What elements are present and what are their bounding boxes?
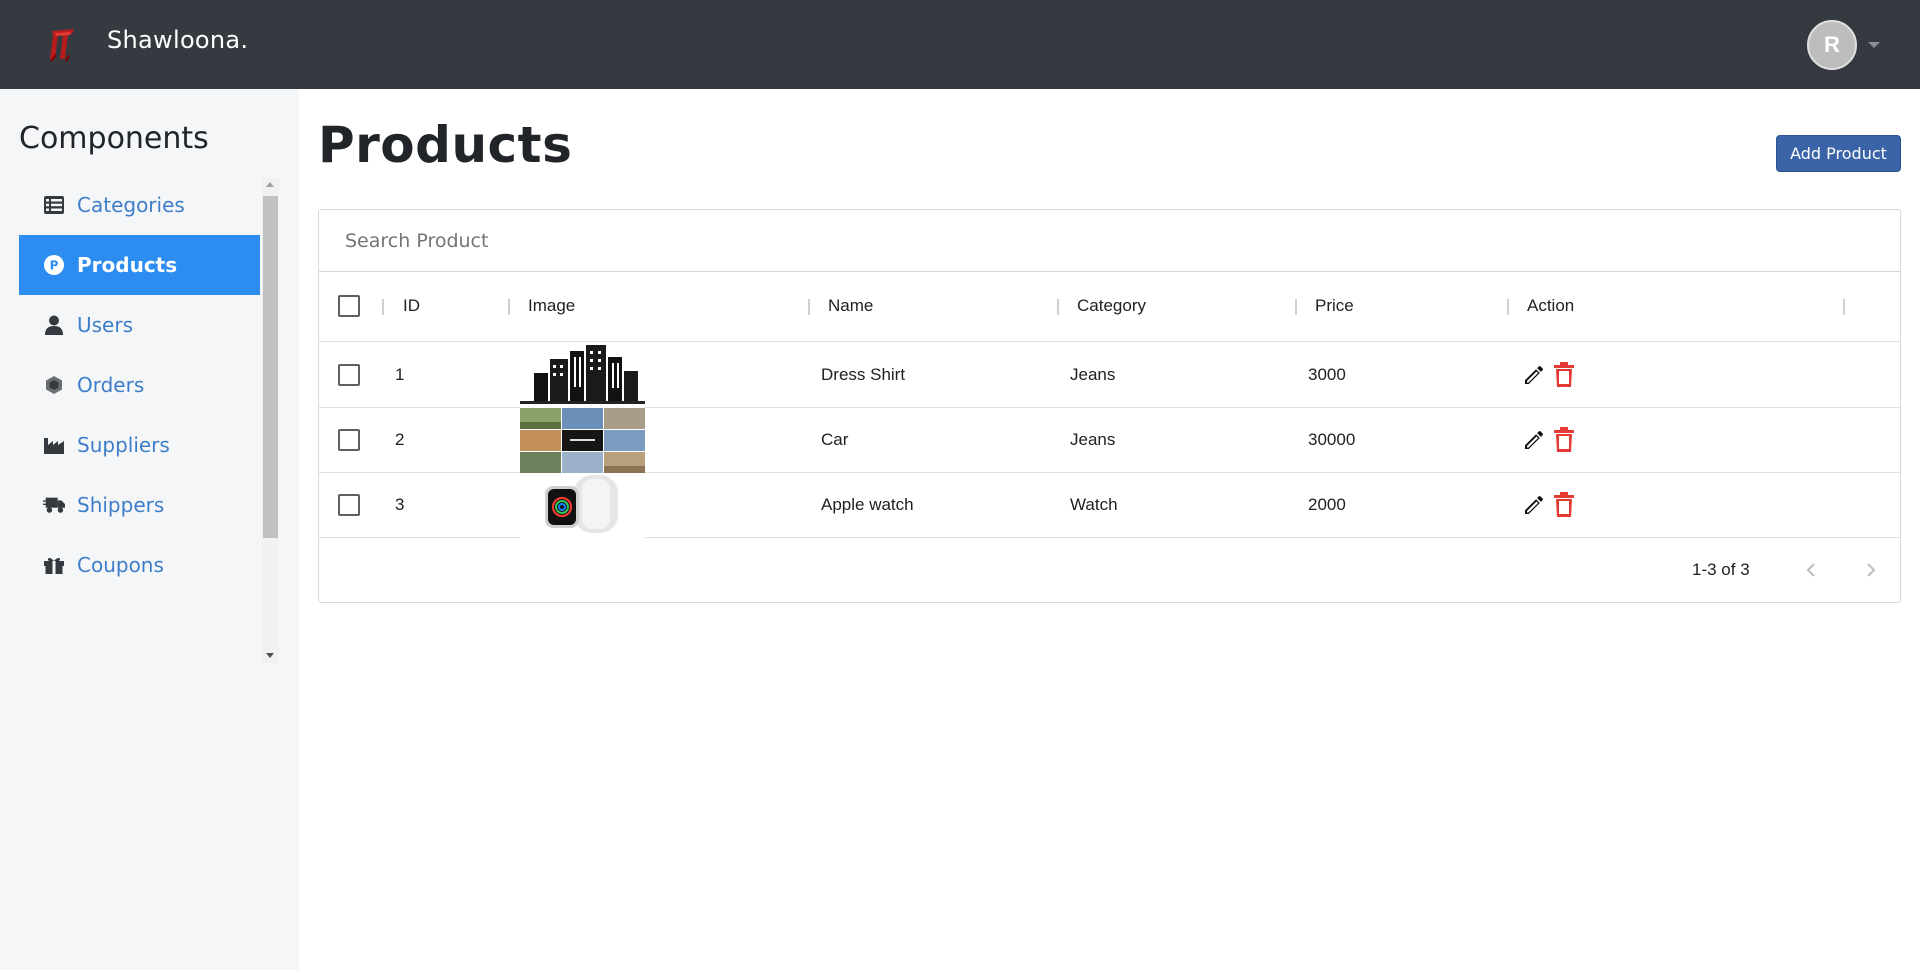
sidebar-item-categories[interactable]: Categories	[19, 175, 260, 235]
column-separator[interactable]	[382, 299, 384, 315]
column-header-price[interactable]: Price	[1315, 296, 1354, 316]
edit-pencil-icon[interactable]	[1522, 493, 1546, 517]
delete-trash-icon[interactable]	[1553, 492, 1575, 518]
sidebar-item-products[interactable]: P Products	[19, 235, 260, 295]
table-header: ID Image Name Category Price Action	[319, 272, 1900, 342]
column-header-image[interactable]: Image	[528, 296, 575, 316]
cell-name: Car	[821, 430, 849, 449]
user-icon	[43, 314, 65, 336]
table-pagination: 1-3 of 3	[319, 538, 1900, 602]
edit-pencil-icon[interactable]	[1522, 428, 1546, 452]
select-all-checkbox[interactable]	[338, 295, 360, 317]
chevron-down-icon[interactable]	[1868, 42, 1880, 48]
sidebar-item-shippers[interactable]: Shippers	[19, 475, 260, 535]
row-checkbox[interactable]	[338, 364, 360, 386]
sidebar-nav: Categories P Products Users Orders Suppl…	[19, 175, 260, 595]
chevron-right-icon[interactable]	[1859, 558, 1883, 582]
pagination-range: 1-3 of 3	[1692, 560, 1750, 579]
brand-logo-icon[interactable]	[46, 25, 80, 63]
search-bar	[319, 210, 1900, 272]
row-checkbox[interactable]	[338, 494, 360, 516]
page-title: Products	[318, 116, 573, 174]
scroll-up-arrow-icon[interactable]	[266, 182, 274, 187]
cell-id: 1	[395, 365, 405, 384]
row-checkbox[interactable]	[338, 429, 360, 451]
brand-name[interactable]: Shawloona.	[107, 26, 248, 54]
sidebar-scrollbar[interactable]	[262, 178, 279, 663]
sidebar-item-suppliers[interactable]: Suppliers	[19, 415, 260, 475]
sidebar-item-coupons[interactable]: Coupons	[19, 535, 260, 595]
factory-icon	[43, 434, 65, 456]
cell-price: 30000	[1308, 430, 1356, 449]
cell-name: Dress Shirt	[821, 365, 906, 384]
top-navbar: Shawloona. R	[0, 0, 1920, 89]
scroll-down-arrow-icon[interactable]	[266, 653, 274, 658]
column-header-id[interactable]: ID	[403, 296, 420, 316]
cell-name: Apple watch	[821, 495, 914, 514]
cell-id: 3	[395, 495, 405, 514]
delete-trash-icon[interactable]	[1553, 362, 1575, 388]
column-separator[interactable]	[508, 299, 510, 315]
column-separator[interactable]	[1507, 299, 1509, 315]
product-p-icon: P	[43, 254, 65, 276]
cell-category: Jeans	[1070, 430, 1116, 449]
column-separator[interactable]	[1843, 299, 1845, 315]
table-row[interactable]: 1 Dress Shirt Jeans 3000	[319, 343, 1900, 408]
column-header-name[interactable]: Name	[828, 296, 873, 316]
truck-icon	[43, 494, 65, 516]
sidebar-item-label: Coupons	[77, 553, 164, 577]
table-row[interactable]: 3 Apple watch Watch 2000	[319, 473, 1900, 538]
products-table-panel: ID Image Name Category Price Action 1	[318, 209, 1901, 603]
column-separator[interactable]	[1057, 299, 1059, 315]
edit-pencil-icon[interactable]	[1522, 363, 1546, 387]
cell-price: 3000	[1308, 365, 1346, 384]
table-row[interactable]: 2 Car Jeans 30000	[319, 408, 1900, 473]
user-avatar[interactable]: R	[1807, 20, 1857, 70]
list-icon	[43, 194, 65, 216]
pakistan-collage-image	[520, 408, 645, 473]
cell-category: Jeans	[1070, 365, 1116, 384]
city-buildings-image	[520, 343, 645, 408]
svg-text:P: P	[50, 259, 59, 273]
scrollbar-thumb[interactable]	[263, 196, 278, 538]
column-separator[interactable]	[808, 299, 810, 315]
sidebar-item-label: Orders	[77, 373, 145, 397]
column-separator[interactable]	[1295, 299, 1297, 315]
sidebar-item-label: Users	[77, 313, 134, 337]
column-header-category[interactable]: Category	[1077, 296, 1146, 316]
cell-id: 2	[395, 430, 405, 449]
sidebar-item-label: Suppliers	[77, 433, 170, 457]
search-input[interactable]	[319, 210, 1900, 271]
chevron-left-icon[interactable]	[1799, 558, 1823, 582]
gift-icon	[43, 554, 65, 576]
sidebar-item-label: Categories	[77, 193, 185, 217]
delete-trash-icon[interactable]	[1553, 427, 1575, 453]
sidebar-item-users[interactable]: Users	[19, 295, 260, 355]
sidebar-item-label: Products	[77, 253, 178, 277]
apple-watch-image	[520, 473, 645, 538]
cell-price: 2000	[1308, 495, 1346, 514]
sidebar-item-label: Shippers	[77, 493, 165, 517]
cell-category: Watch	[1070, 495, 1118, 514]
sidebar: Components Categories P Products Users O…	[0, 89, 299, 970]
sidebar-item-orders[interactable]: Orders	[19, 355, 260, 415]
sidebar-title: Components	[19, 121, 209, 156]
column-header-action[interactable]: Action	[1527, 296, 1574, 316]
box-icon	[43, 374, 65, 396]
add-product-button[interactable]: Add Product	[1776, 135, 1901, 172]
